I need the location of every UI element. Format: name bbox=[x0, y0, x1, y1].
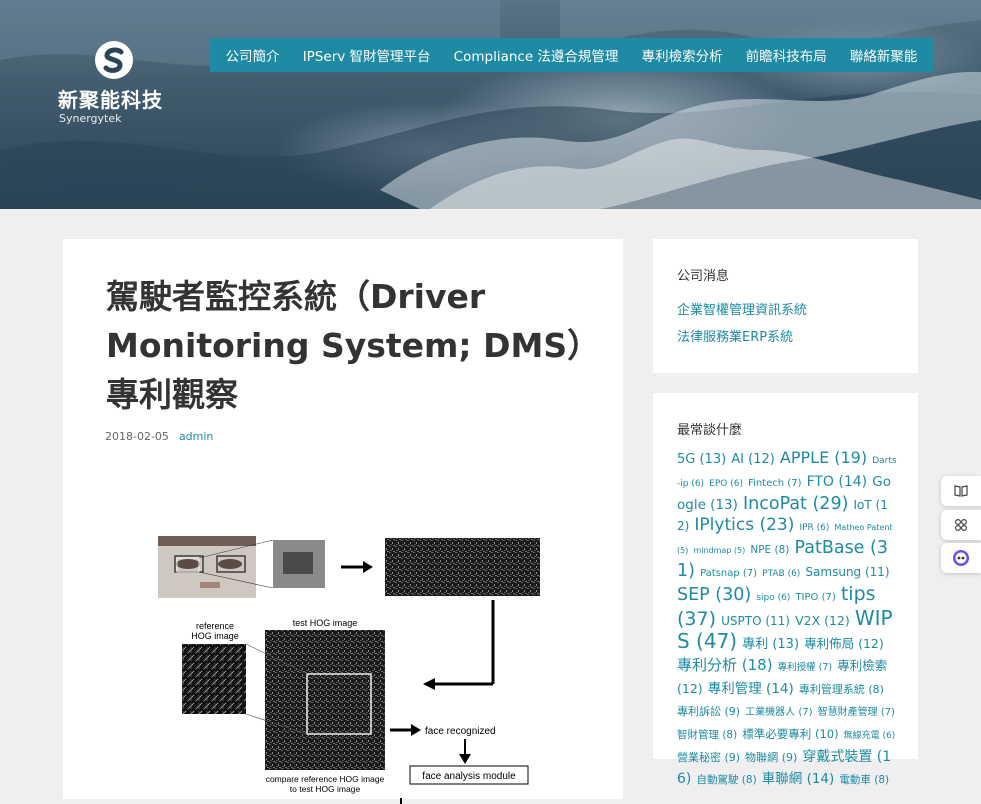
label-face-recognized: face recognized bbox=[425, 726, 496, 737]
apps-button[interactable] bbox=[941, 510, 981, 540]
tag-link[interactable]: TIPO (7) bbox=[795, 592, 835, 603]
tag-link[interactable]: 專利訴訟 (9) bbox=[677, 705, 740, 718]
tag-link[interactable]: 5G (13) bbox=[677, 452, 726, 467]
tag-link[interactable]: 專利分析 (18) bbox=[677, 656, 773, 674]
tag-link[interactable]: 營業秘密 (9) bbox=[677, 751, 740, 764]
post-date[interactable]: 2018-02-05 bbox=[105, 430, 169, 443]
logo-mark-icon bbox=[95, 41, 133, 79]
main-nav: 公司簡介 IPServ 智財管理平台 Compliance 法遵合規管理 專利檢… bbox=[210, 38, 933, 72]
news-link-legal-erp[interactable]: 法律服務業ERP系統 bbox=[677, 326, 793, 345]
tag-link[interactable]: IncoPat (29) bbox=[743, 494, 848, 514]
nav-item-patent-search[interactable]: 專利檢索分析 bbox=[642, 45, 723, 65]
tag-link[interactable]: V2X (12) bbox=[795, 613, 850, 628]
tag-link[interactable]: 智慧財產管理 (7) bbox=[818, 707, 895, 718]
tag-link[interactable]: IPlytics (23) bbox=[694, 515, 794, 535]
post-author[interactable]: admin bbox=[179, 430, 213, 443]
site-name[interactable]: 新聚能科技 bbox=[58, 84, 163, 113]
tag-link[interactable]: Patsnap (7) bbox=[700, 568, 757, 579]
tag-link[interactable]: PTAB (6) bbox=[762, 569, 800, 579]
tag-link[interactable]: 專利管理系統 (8) bbox=[799, 683, 884, 696]
post-meta: 2018-02-05 admin bbox=[105, 430, 213, 443]
page-title: 駕駛者監控系統（Driver Monitoring System; DMS）專利… bbox=[106, 277, 584, 414]
hog-face-detection-figure: reference HOG image test HOG image compa… bbox=[158, 536, 540, 804]
tag-link[interactable]: NPE (8) bbox=[750, 544, 789, 556]
nav-item-compliance[interactable]: Compliance 法遵合規管理 bbox=[454, 45, 619, 65]
tag-cloud: 5G (13) AI (12) APPLE (19) Darts-ip (6) … bbox=[677, 448, 899, 790]
label-face-analysis: face analysis module bbox=[422, 771, 516, 782]
header-banner: 新聚能科技 Synergytek 公司簡介 IPServ 智財管理平台 Comp… bbox=[0, 0, 981, 209]
grid-icon bbox=[954, 518, 968, 532]
face-photo bbox=[158, 536, 256, 598]
book-icon bbox=[954, 485, 968, 497]
news-link-enterprise-ip[interactable]: 企業智權管理資訊系統 bbox=[677, 299, 807, 318]
reference-hog-image bbox=[182, 644, 246, 714]
widget-title-tags: 最常談什麼 bbox=[677, 423, 743, 438]
chatbot-icon bbox=[953, 550, 969, 566]
tag-link[interactable]: sipo (6) bbox=[756, 593, 790, 603]
tag-link[interactable]: 自動駕駛 (8) bbox=[696, 774, 756, 786]
tag-link[interactable]: EPO (6) bbox=[709, 479, 743, 489]
label-test-hog: test HOG image bbox=[293, 618, 358, 628]
tag-link[interactable]: 工業機器人 (7) bbox=[745, 707, 812, 718]
tag-link[interactable]: 專利授權 (7) bbox=[778, 662, 832, 673]
widget-tag-cloud: 最常談什麼 5G (13) AI (12) APPLE (19) Darts-i… bbox=[653, 393, 918, 787]
nav-item-about[interactable]: 公司簡介 bbox=[226, 45, 280, 65]
label-hog-image: HOG image bbox=[191, 631, 239, 641]
tag-link[interactable]: 專利 (13) bbox=[742, 637, 799, 652]
tag-link[interactable]: APPLE (19) bbox=[780, 448, 867, 467]
tag-link[interactable]: FTO (14) bbox=[807, 474, 868, 490]
tag-link[interactable]: SEP (30) bbox=[677, 585, 751, 605]
test-hog-image bbox=[265, 630, 385, 770]
tag-link[interactable]: USPTO (11) bbox=[721, 614, 790, 628]
tag-link[interactable]: 電動車 (8) bbox=[839, 774, 889, 786]
assistant-button[interactable] bbox=[941, 543, 981, 573]
tag-link[interactable]: AI (12) bbox=[731, 452, 775, 467]
site-tagline: Synergytek bbox=[59, 112, 122, 125]
nav-item-tech-layout[interactable]: 前瞻科技布局 bbox=[746, 45, 827, 65]
article: 駕駛者監控系統（Driver Monitoring System; DMS）專利… bbox=[63, 239, 623, 804]
tag-link[interactable]: 專利佈局 (12) bbox=[804, 636, 884, 651]
label-reference: reference bbox=[196, 621, 234, 631]
tag-link[interactable]: Samsung (11) bbox=[805, 565, 889, 579]
reader-button[interactable] bbox=[941, 476, 981, 506]
tag-link[interactable]: 物聯網 (9) bbox=[745, 751, 797, 764]
nav-item-ipserv[interactable]: IPServ 智財管理平台 bbox=[303, 45, 431, 65]
tag-link[interactable]: 智財管理 (8) bbox=[677, 729, 737, 741]
tag-link[interactable]: 專利管理 (14) bbox=[708, 681, 794, 697]
tag-link[interactable]: 車聯網 (14) bbox=[762, 771, 835, 787]
tag-link[interactable]: 無線充電 (6) bbox=[844, 731, 896, 741]
label-compare-1: compare reference HOG image bbox=[266, 774, 385, 784]
hog-output-image bbox=[385, 538, 540, 596]
label-compare-2: to test HOG image bbox=[290, 784, 361, 794]
tag-link[interactable]: 標準必要專利 (10) bbox=[742, 727, 838, 741]
tag-link[interactable]: Fintech (7) bbox=[748, 478, 801, 489]
widget-company-news: 公司消息 企業智權管理資訊系統 法律服務業ERP系統 bbox=[653, 239, 918, 373]
widget-title-news: 公司消息 bbox=[677, 269, 730, 284]
tag-link[interactable]: IPR (6) bbox=[799, 523, 829, 533]
nav-item-contact[interactable]: 聯絡新聚能 bbox=[850, 45, 918, 65]
tag-link[interactable]: mindmap (5) bbox=[693, 546, 745, 555]
